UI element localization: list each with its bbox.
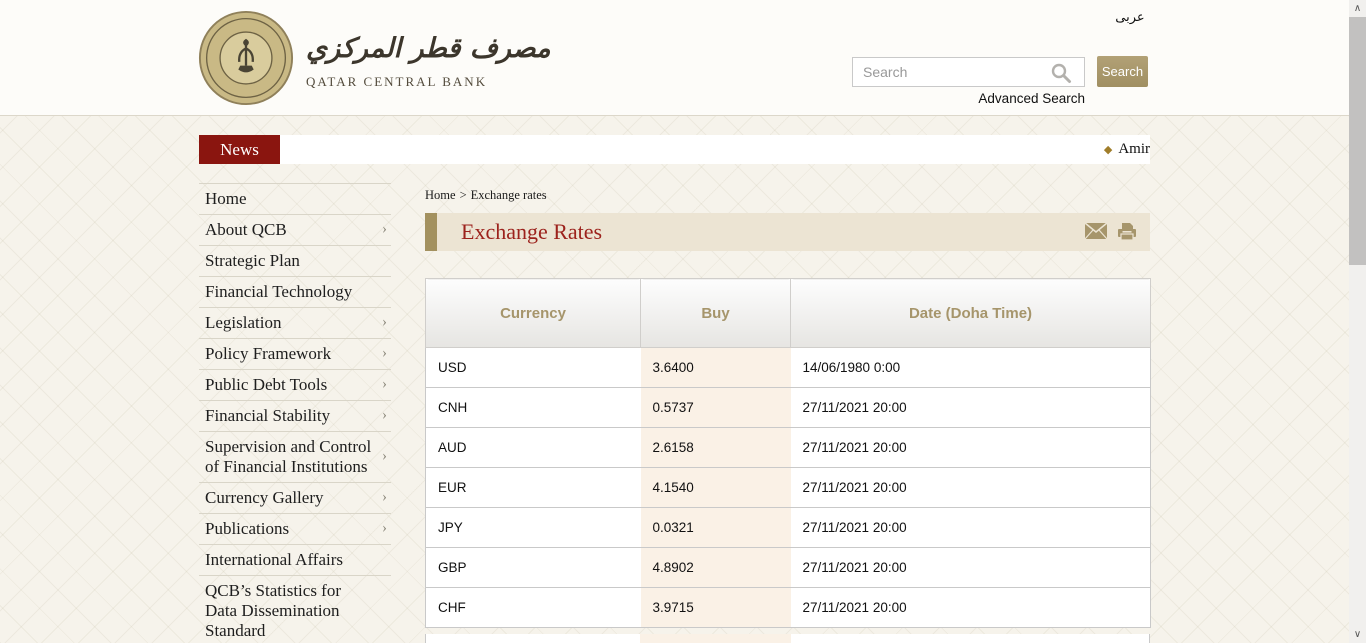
arabic-language-link[interactable]: عربى	[1105, 10, 1155, 25]
logo-arabic-calligraphy: مصرف قطر المركزي	[306, 26, 536, 72]
chevron-right-icon: ›	[382, 219, 387, 239]
sidebar-item-label: Home	[205, 189, 247, 208]
currency-cell: EUR	[426, 468, 641, 508]
buy-cell: 3.6400	[641, 348, 791, 388]
table-header-row: CurrencyBuyDate (Doha Time)	[426, 279, 1151, 348]
buy-cell: 4.8902	[641, 548, 791, 588]
column-header-date-doha-time: Date (Doha Time)	[791, 279, 1151, 348]
buy-cell: 2.6158	[641, 428, 791, 468]
sidebar-item-label: Publications	[205, 519, 289, 538]
sidebar-item-label: Financial Stability	[205, 406, 330, 425]
date-cell: 14/06/1980 0:00	[791, 348, 1151, 388]
page-title-bar: Exchange Rates	[425, 213, 1150, 251]
diamond-bullet-icon: ◆	[1104, 143, 1112, 156]
title-accent-bar	[425, 213, 437, 251]
chevron-right-icon: ›	[382, 374, 387, 394]
sidebar-item-policy-framework[interactable]: Policy Framework ›	[199, 339, 391, 370]
email-icon[interactable]	[1084, 222, 1108, 242]
main-content: Home > Exchange rates Exchange Rates	[425, 188, 1150, 643]
sidebar-item-label: Public Debt Tools	[205, 375, 327, 394]
scrollbar-thumb[interactable]	[1349, 17, 1366, 265]
sidebar-item-qcb-s-statistics-for-data-dissemination-standard[interactable]: QCB’s Statistics for Data Dissemination …	[199, 576, 391, 643]
advanced-search-link[interactable]: Advanced Search	[905, 91, 1085, 106]
breadcrumb-separator: >	[460, 188, 467, 202]
sidebar-item-about-qcb[interactable]: About QCB ›	[199, 215, 391, 246]
date-cell: 27/11/2021 20:00	[791, 548, 1151, 588]
sidebar-menu: Home About QCB › Strategic Plan Financial Te…	[199, 183, 391, 643]
table-row-jpy: JPY0.032127/11/2021 20:00	[426, 508, 1151, 548]
news-ticker: ◆ Amir	[280, 135, 1150, 164]
chevron-right-icon: ›	[382, 312, 387, 332]
breadcrumb-item-exchange-rates: Exchange rates	[471, 188, 547, 202]
table-row-chf: CHF3.971527/11/2021 20:00	[426, 588, 1151, 628]
chevron-right-icon: ›	[382, 518, 387, 538]
buy-cell: 4.1540	[641, 468, 791, 508]
print-icon[interactable]	[1116, 222, 1138, 242]
date-cell: 27/11/2021 20:00	[791, 428, 1151, 468]
currency-cell: CNH	[426, 388, 641, 428]
currency-cell: CHF	[426, 588, 641, 628]
sidebar-item-home[interactable]: Home	[199, 183, 391, 215]
buy-cell: 3.9715	[641, 588, 791, 628]
sidebar-item-label: Currency Gallery	[205, 488, 323, 507]
qcb-seal-logo	[198, 10, 294, 106]
sidebar-item-label: Supervision and Control of Financial Ins…	[205, 437, 371, 476]
sidebar-item-label: Policy Framework	[205, 344, 331, 363]
scrollbar-up-arrow[interactable]: ∧	[1349, 0, 1366, 17]
sidebar-item-label: International Affairs	[205, 550, 343, 569]
sidebar-item-supervision-and-control-of-financial-institutions[interactable]: Supervision and Control of Financial Ins…	[199, 432, 391, 483]
header-band: عربى مصرف قطر المركزي QATAR CENTRAL BANK…	[0, 0, 1349, 116]
chevron-right-icon: ›	[382, 487, 387, 507]
table-row-gbp: GBP4.890227/11/2021 20:00	[426, 548, 1151, 588]
table-row-partial	[425, 634, 1150, 643]
table-row-aud: AUD2.615827/11/2021 20:00	[426, 428, 1151, 468]
sidebar-item-label: QCB’s Statistics for Data Dissemination …	[205, 581, 341, 640]
news-label: News	[199, 135, 280, 164]
sidebar-item-publications[interactable]: Publications ›	[199, 514, 391, 545]
search-icon[interactable]	[1050, 62, 1072, 84]
sidebar-item-strategic-plan[interactable]: Strategic Plan	[199, 246, 391, 277]
sidebar-item-public-debt-tools[interactable]: Public Debt Tools ›	[199, 370, 391, 401]
table-row-cnh: CNH0.573727/11/2021 20:00	[426, 388, 1151, 428]
sidebar-item-international-affairs[interactable]: International Affairs	[199, 545, 391, 576]
buy-cell: 0.5737	[641, 388, 791, 428]
sidebar-item-label: Financial Technology	[205, 282, 352, 301]
breadcrumb-item-home[interactable]: Home	[425, 188, 456, 202]
logo-text-block: مصرف قطر المركزي QATAR CENTRAL BANK	[306, 26, 536, 90]
search-button[interactable]: Search	[1097, 56, 1148, 87]
sidebar-item-label: About QCB	[205, 220, 287, 239]
column-header-currency: Currency	[426, 279, 641, 348]
date-cell: 27/11/2021 20:00	[791, 588, 1151, 628]
sidebar-item-financial-stability[interactable]: Financial Stability ›	[199, 401, 391, 432]
chevron-right-icon: ›	[382, 446, 387, 466]
sidebar-item-label: Legislation	[205, 313, 281, 332]
logo-org-name: QATAR CENTRAL BANK	[306, 74, 536, 90]
sidebar-item-currency-gallery[interactable]: Currency Gallery ›	[199, 483, 391, 514]
table-row-eur: EUR4.154027/11/2021 20:00	[426, 468, 1151, 508]
currency-cell: AUD	[426, 428, 641, 468]
column-header-buy: Buy	[641, 279, 791, 348]
chevron-right-icon: ›	[382, 343, 387, 363]
table-row-usd: USD3.640014/06/1980 0:00	[426, 348, 1151, 388]
buy-cell: 0.0321	[641, 508, 791, 548]
sidebar-item-financial-technology[interactable]: Financial Technology	[199, 277, 391, 308]
exchange-rates-table: CurrencyBuyDate (Doha Time) USD3.640014/…	[425, 278, 1151, 628]
currency-cell: JPY	[426, 508, 641, 548]
currency-cell: USD	[426, 348, 641, 388]
scrollbar-down-arrow[interactable]: ∨	[1349, 626, 1366, 643]
news-ticker-item[interactable]: Amir	[1118, 141, 1150, 158]
date-cell: 27/11/2021 20:00	[791, 388, 1151, 428]
page-title: Exchange Rates	[461, 219, 602, 245]
sidebar-item-legislation[interactable]: Legislation ›	[199, 308, 391, 339]
chevron-right-icon: ›	[382, 405, 387, 425]
date-cell: 27/11/2021 20:00	[791, 468, 1151, 508]
sidebar-item-label: Strategic Plan	[205, 251, 300, 270]
date-cell: 27/11/2021 20:00	[791, 508, 1151, 548]
vertical-scrollbar[interactable]: ∧ ∨	[1349, 0, 1366, 643]
currency-cell: GBP	[426, 548, 641, 588]
breadcrumb: Home > Exchange rates	[425, 188, 1150, 203]
